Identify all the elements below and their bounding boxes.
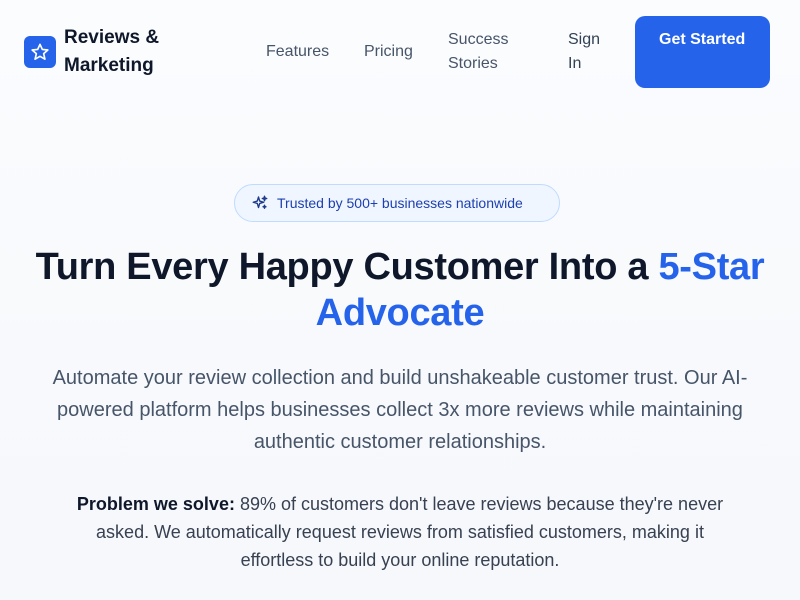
nav-link-success-stories[interactable]: Success Stories — [448, 28, 528, 76]
brand-name: Reviews & Marketing — [64, 27, 160, 76]
hero-subtitle: Automate your review collection and buil… — [52, 367, 748, 453]
problem-label: Problem we solve: — [76, 494, 235, 514]
star-icon — [24, 36, 56, 68]
sparkles-icon — [251, 194, 269, 212]
brand[interactable]: Reviews & Marketing — [24, 24, 174, 80]
sign-in-link[interactable]: Sign In — [568, 28, 608, 76]
hero-title-main: Turn Every Happy Customer Into a — [35, 246, 659, 288]
top-nav: Reviews & Marketing Features Pricing Suc… — [0, 0, 800, 104]
nav-link-pricing[interactable]: Pricing — [364, 40, 413, 64]
trust-badge: Trusted by 500+ businesses nationwide — [234, 184, 560, 222]
badge-text: Trusted by 500+ businesses nationwide — [277, 195, 523, 211]
get-started-button[interactable]: Get Started — [635, 16, 770, 88]
problem-statement: Problem we solve: 89% of customers don't… — [70, 490, 730, 574]
hero-title: Turn Every Happy Customer Into a 5-Star … — [20, 244, 780, 336]
nav-link-features[interactable]: Features — [266, 40, 329, 64]
